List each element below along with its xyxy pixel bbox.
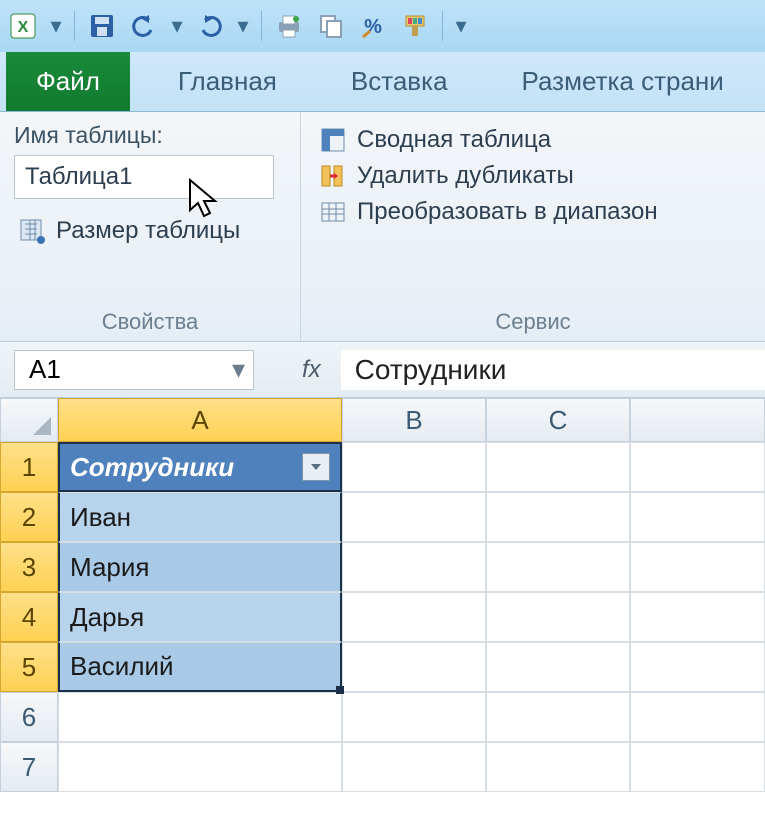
convert-to-range-label: Преобразовать в диапазон (357, 198, 658, 226)
excel-logo-icon: X (8, 11, 38, 41)
convert-to-range-icon (319, 198, 347, 226)
redo-dropdown-icon[interactable]: ▾ (237, 11, 249, 41)
cell[interactable] (58, 692, 342, 742)
table-name-label: Имя таблицы: (14, 122, 286, 149)
pivot-table-icon (319, 126, 347, 154)
convert-to-range-button[interactable]: Преобразовать в диапазон (315, 194, 751, 230)
group-tools: Сводная таблица Удалить дубликаты Преобр… (300, 112, 765, 341)
column-header-c[interactable]: C (486, 398, 630, 442)
select-all-corner[interactable] (0, 398, 58, 442)
cell[interactable] (342, 542, 486, 592)
row-header-3[interactable]: 3 (0, 542, 58, 592)
ribbon-body: Имя таблицы: Размер таблицы Свойства Сво… (0, 112, 765, 342)
column-header-a[interactable]: A (58, 398, 342, 442)
group-tools-title: Сервис (315, 303, 751, 335)
cell[interactable] (486, 492, 630, 542)
cell[interactable] (486, 742, 630, 792)
tab-insert[interactable]: Вставка (325, 52, 474, 111)
table-header-cell[interactable]: Сотрудники (58, 442, 342, 492)
tab-page-layout[interactable]: Разметка страни (496, 52, 750, 111)
svg-text:X: X (18, 19, 29, 36)
customize-dropdown-icon[interactable]: ▾ (50, 11, 62, 41)
cell[interactable] (630, 542, 765, 592)
row-header-1[interactable]: 1 (0, 442, 58, 492)
format-painter-icon[interactable] (400, 11, 430, 41)
table-row[interactable]: Дарья (58, 592, 342, 642)
cell[interactable] (486, 542, 630, 592)
save-icon[interactable] (87, 11, 117, 41)
cell[interactable] (486, 442, 630, 492)
cell[interactable] (342, 592, 486, 642)
undo-dropdown-icon[interactable]: ▾ (171, 11, 183, 41)
formula-input[interactable]: Сотрудники (341, 350, 765, 390)
spreadsheet-grid: A B C 1 Сотрудники 2 Иван 3 Мария 4 Дарь… (0, 398, 765, 792)
remove-duplicates-button[interactable]: Удалить дубликаты (315, 158, 751, 194)
cell[interactable] (630, 692, 765, 742)
cell[interactable] (342, 692, 486, 742)
cell[interactable] (630, 642, 765, 692)
cell[interactable] (486, 692, 630, 742)
remove-duplicates-icon (319, 162, 347, 190)
qat-more-dropdown-icon[interactable]: ▾ (455, 11, 467, 41)
formula-bar: A1 ▾ fx Сотрудники (0, 342, 765, 398)
cell[interactable] (630, 492, 765, 542)
cell[interactable] (486, 592, 630, 642)
pivot-table-label: Сводная таблица (357, 126, 551, 154)
pivot-table-button[interactable]: Сводная таблица (315, 122, 751, 158)
copy-icon[interactable] (316, 11, 346, 41)
row-header-2[interactable]: 2 (0, 492, 58, 542)
group-properties-title: Свойства (14, 303, 286, 335)
table-row[interactable]: Мария (58, 542, 342, 592)
undo-icon[interactable] (129, 11, 159, 41)
resize-table-icon (18, 217, 46, 245)
cell[interactable] (630, 592, 765, 642)
group-properties: Имя таблицы: Размер таблицы Свойства (0, 112, 300, 341)
remove-duplicates-label: Удалить дубликаты (357, 162, 574, 190)
fx-label[interactable]: fx (302, 356, 321, 384)
cell[interactable] (630, 742, 765, 792)
percent-style-icon[interactable]: % (358, 11, 388, 41)
name-box-value: A1 (29, 354, 61, 385)
table-row[interactable]: Иван (58, 492, 342, 542)
cell[interactable] (58, 742, 342, 792)
quick-access-toolbar: X ▾ ▾ ▾ % ▾ (0, 0, 765, 52)
cell[interactable] (630, 442, 765, 492)
filter-dropdown-icon[interactable] (302, 453, 330, 481)
row-header-4[interactable]: 4 (0, 592, 58, 642)
resize-table-label: Размер таблицы (56, 217, 240, 245)
name-box[interactable]: A1 ▾ (14, 350, 254, 390)
row-header-7[interactable]: 7 (0, 742, 58, 792)
tab-home[interactable]: Главная (152, 52, 303, 111)
table-row[interactable]: Василий (58, 642, 342, 692)
cell[interactable] (486, 642, 630, 692)
cell[interactable] (342, 642, 486, 692)
row-header-5[interactable]: 5 (0, 642, 58, 692)
cell[interactable] (342, 492, 486, 542)
column-header-b[interactable]: B (342, 398, 486, 442)
cell[interactable] (342, 442, 486, 492)
tab-file[interactable]: Файл (6, 52, 130, 111)
table-header-text: Сотрудники (70, 452, 234, 483)
resize-table-button[interactable]: Размер таблицы (14, 213, 286, 249)
name-box-dropdown-icon[interactable]: ▾ (232, 354, 245, 385)
redo-icon[interactable] (195, 11, 225, 41)
cell[interactable] (342, 742, 486, 792)
ribbon-tabs: Файл Главная Вставка Разметка страни (0, 52, 765, 112)
column-header-d[interactable] (630, 398, 765, 442)
print-icon[interactable] (274, 11, 304, 41)
table-name-input[interactable] (14, 155, 274, 199)
row-header-6[interactable]: 6 (0, 692, 58, 742)
